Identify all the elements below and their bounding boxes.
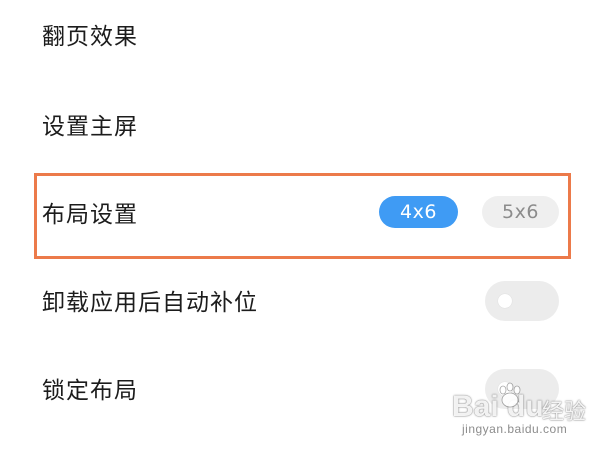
toggle-knob (498, 294, 512, 308)
layout-option-4x6-button[interactable]: 4x6 (379, 196, 458, 228)
setting-label: 布局设置 (42, 202, 138, 228)
layout-option-5x6-button[interactable]: 5x6 (482, 196, 559, 228)
lock-layout-toggle[interactable] (485, 369, 559, 409)
setting-label: 设置主屏 (42, 114, 138, 140)
setting-label: 锁定布局 (42, 378, 138, 404)
auto-fill-toggle[interactable] (485, 281, 559, 321)
setting-label: 翻页效果 (42, 24, 138, 50)
setting-label: 卸载应用后自动补位 (42, 290, 258, 316)
setting-row-auto-fill: 卸载应用后自动补位 (0, 256, 600, 344)
toggle-knob (498, 382, 512, 396)
setting-row-page-turn-effect[interactable]: 翻页效果 (0, 0, 600, 78)
setting-row-set-home-screen[interactable]: 设置主屏 (0, 80, 600, 168)
setting-row-lock-layout: 锁定布局 (0, 344, 600, 432)
setting-row-layout: 布局设置 4x6 5x6 (0, 168, 600, 256)
